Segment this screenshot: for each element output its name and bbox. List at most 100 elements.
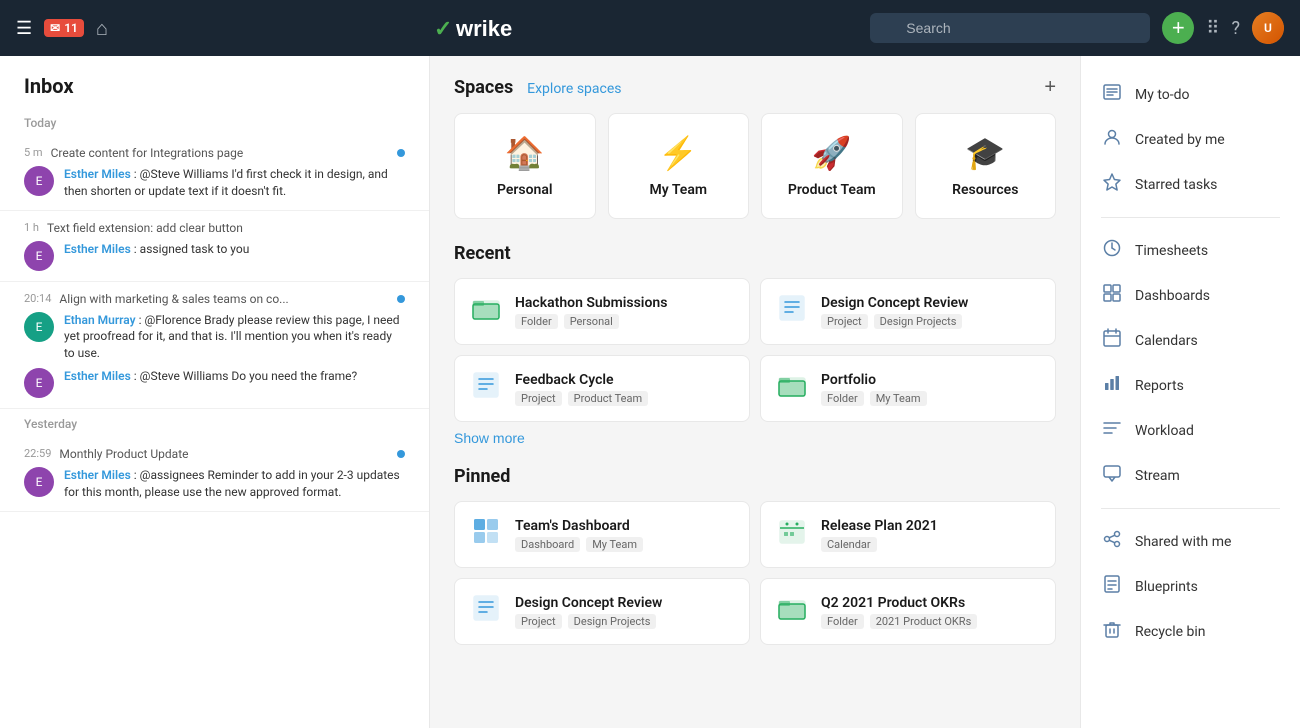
calendars-icon [1101, 328, 1123, 353]
sender-name[interactable]: Esther Miles [64, 242, 131, 256]
sidebar-item-created-by-me[interactable]: Created by me [1081, 117, 1300, 162]
item-name: Design Concept Review [515, 595, 662, 611]
inbox-count: 11 [64, 21, 78, 35]
item-name: Feedback Cycle [515, 372, 648, 388]
search-input[interactable] [870, 13, 1150, 43]
add-space-button[interactable]: + [1044, 76, 1056, 99]
home-icon[interactable]: ⌂ [96, 16, 108, 41]
inbox-text: Esther Miles : @Steve Williams I'd first… [64, 166, 405, 200]
item-info: Portfolio Folder My Team [821, 372, 927, 406]
space-card-resources[interactable]: 🎓 Resources [915, 113, 1057, 219]
inbox-task-title: Monthly Product Update [59, 447, 389, 461]
recent-item-portfolio[interactable]: Portfolio Folder My Team [760, 355, 1056, 422]
sender-name[interactable]: Esther Miles [64, 468, 131, 482]
item-meta: Folder Personal [515, 314, 667, 329]
avatar: E [24, 368, 54, 398]
stream-icon [1101, 463, 1123, 488]
recent-item-hackathon[interactable]: Hackathon Submissions Folder Personal [454, 278, 750, 345]
sidebar-label: Stream [1135, 468, 1180, 484]
recent-item-design-review[interactable]: Design Concept Review Project Design Pro… [760, 278, 1056, 345]
sidebar-item-my-todo[interactable]: My to-do [1081, 72, 1300, 117]
sidebar-label: Recycle bin [1135, 624, 1206, 640]
hamburger-icon[interactable]: ☰ [16, 18, 32, 39]
sidebar-item-stream[interactable]: Stream [1081, 453, 1300, 498]
sender-name[interactable]: Ethan Murray [64, 313, 136, 327]
explore-spaces-link[interactable]: Explore spaces [527, 81, 621, 97]
sidebar-item-reports[interactable]: Reports [1081, 363, 1300, 408]
starred-tasks-icon [1101, 172, 1123, 197]
sidebar-label: Reports [1135, 378, 1184, 394]
inbox-task-title: Create content for Integrations page [51, 146, 389, 160]
sidebar-item-shared-with-me[interactable]: Shared with me [1081, 519, 1300, 564]
inbox-item-header: 20:14 Align with marketing & sales teams… [24, 292, 405, 306]
folder-icon [777, 593, 807, 630]
inbox-item[interactable]: 22:59 Monthly Product Update E Esther Mi… [0, 437, 429, 512]
personal-icon: 🏠 [505, 134, 545, 172]
inbox-message: E Esther Miles : @Steve Williams I'd fir… [24, 166, 405, 200]
pinned-title: Pinned [454, 466, 1056, 487]
dashboards-icon [1101, 283, 1123, 308]
inbox-text: Esther Miles : @Steve Williams Do you ne… [64, 368, 357, 385]
inbox-item-header: 5 m Create content for Integrations page [24, 146, 405, 160]
sidebar-label: My to-do [1135, 87, 1190, 103]
sidebar-item-starred-tasks[interactable]: Starred tasks [1081, 162, 1300, 207]
item-type-tag: Project [515, 391, 562, 406]
reports-icon [1101, 373, 1123, 398]
item-info: Design Concept Review Project Design Pro… [515, 595, 662, 629]
help-icon[interactable]: ? [1231, 18, 1240, 39]
space-name: My Team [649, 182, 707, 198]
recent-title: Recent [454, 243, 1056, 264]
avatar[interactable]: U [1252, 12, 1284, 44]
avatar: E [24, 467, 54, 497]
item-space-tag: Personal [564, 314, 619, 329]
inbox-title: Inbox [0, 56, 429, 108]
inbox-badge[interactable]: ✉ 11 [44, 19, 84, 37]
item-space-tag: My Team [586, 537, 643, 552]
item-meta: Project Product Team [515, 391, 648, 406]
inbox-item[interactable]: 5 m Create content for Integrations page… [0, 136, 429, 211]
inbox-message2: E Esther Miles : @Steve Williams Do you … [24, 368, 405, 398]
pinned-item-release[interactable]: Release Plan 2021 Calendar [760, 501, 1056, 568]
sender-name[interactable]: Esther Miles [64, 369, 131, 383]
item-meta: Folder 2021 Product OKRs [821, 614, 977, 629]
sidebar-item-dashboards[interactable]: Dashboards [1081, 273, 1300, 318]
recent-item-feedback[interactable]: Feedback Cycle Project Product Team [454, 355, 750, 422]
today-label: Today [0, 108, 429, 136]
item-type-tag: Calendar [821, 537, 877, 552]
center-panel: Spaces Explore spaces + 🏠 Personal ⚡ My … [430, 56, 1080, 728]
inbox-item[interactable]: 20:14 Align with marketing & sales teams… [0, 282, 429, 409]
apps-icon[interactable]: ⠿ [1206, 18, 1219, 39]
my-todo-icon [1101, 82, 1123, 107]
dashboard-icon [471, 516, 501, 553]
sidebar-label: Shared with me [1135, 534, 1231, 550]
logo-svg: ✓ wrike [434, 14, 544, 42]
pinned-grid: Team's Dashboard Dashboard My Team Relea… [454, 501, 1056, 645]
sidebar-item-timesheets[interactable]: Timesheets [1081, 228, 1300, 273]
sender-name[interactable]: Esther Miles [64, 167, 131, 181]
item-space-tag: Design Projects [568, 614, 657, 629]
yesterday-label: Yesterday [0, 409, 429, 437]
productteam-icon: 🚀 [812, 134, 852, 172]
sidebar-label: Blueprints [1135, 579, 1198, 595]
inbox-item[interactable]: 1 h Text field extension: add clear butt… [0, 211, 429, 282]
item-meta: Calendar [821, 537, 938, 552]
add-button[interactable]: + [1162, 12, 1194, 44]
folder-icon [777, 370, 807, 407]
sidebar-label: Workload [1135, 423, 1194, 439]
space-card-personal[interactable]: 🏠 Personal [454, 113, 596, 219]
sidebar-item-recycle-bin[interactable]: Recycle bin [1081, 609, 1300, 654]
pinned-item-okrs[interactable]: Q2 2021 Product OKRs Folder 2021 Product… [760, 578, 1056, 645]
inbox-item-header: 1 h Text field extension: add clear butt… [24, 221, 405, 235]
sidebar-item-blueprints[interactable]: Blueprints [1081, 564, 1300, 609]
show-more-button[interactable]: Show more [454, 430, 525, 446]
pinned-item-dashboard[interactable]: Team's Dashboard Dashboard My Team [454, 501, 750, 568]
space-card-productteam[interactable]: 🚀 Product Team [761, 113, 903, 219]
avatar: E [24, 312, 54, 342]
pinned-item-design-review[interactable]: Design Concept Review Project Design Pro… [454, 578, 750, 645]
spaces-title: Spaces [454, 77, 513, 98]
item-space-tag: Design Projects [874, 314, 963, 329]
sidebar-item-calendars[interactable]: Calendars [1081, 318, 1300, 363]
sidebar-item-workload[interactable]: Workload [1081, 408, 1300, 453]
space-card-myteam[interactable]: ⚡ My Team [608, 113, 750, 219]
recent-grid: Hackathon Submissions Folder Personal De… [454, 278, 1056, 422]
